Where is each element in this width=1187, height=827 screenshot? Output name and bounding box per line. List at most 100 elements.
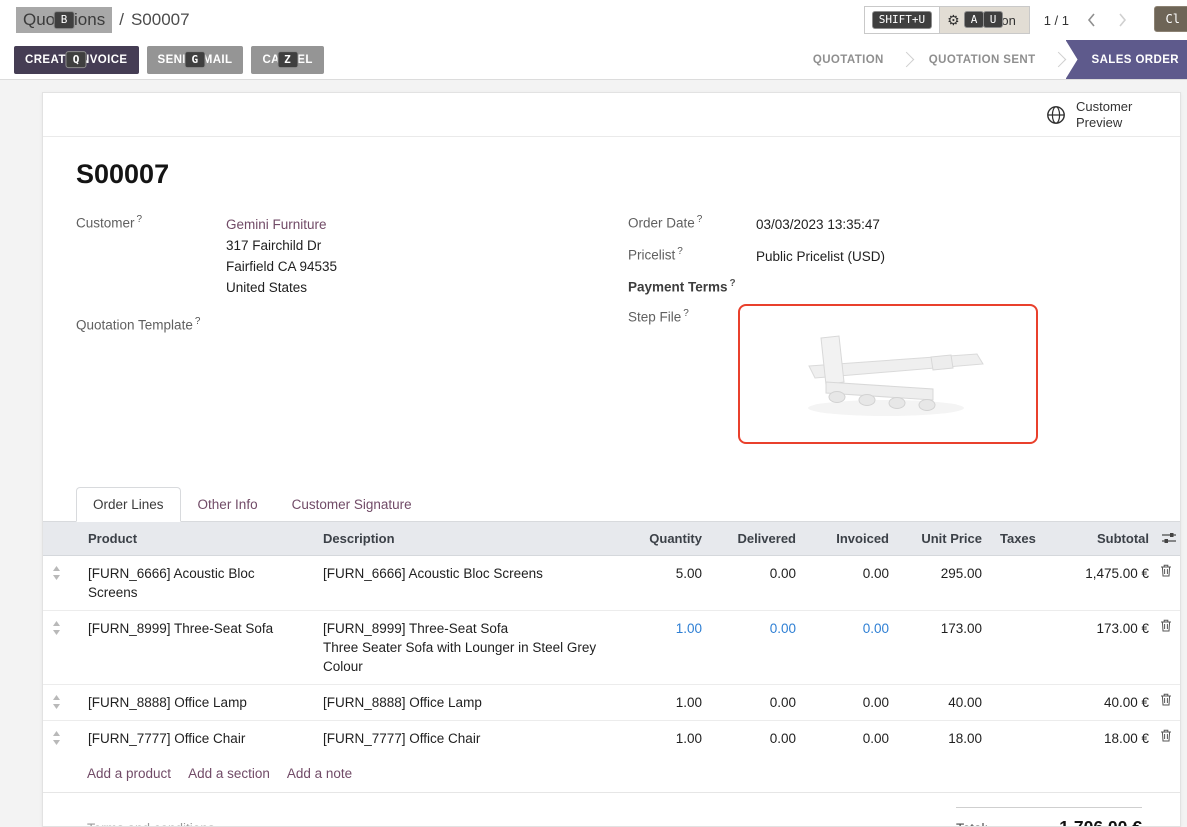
delete-line-button[interactable] [1158,720,1180,756]
trash-icon [1160,729,1176,742]
trash-icon [1160,564,1176,577]
order-line-row[interactable]: [FURN_7777] Office Chair [FURN_7777] Off… [43,720,1180,756]
status-step-sales-order-active[interactable]: SALES ORDER [1066,40,1187,79]
optional-columns-toggle[interactable] [1158,522,1180,556]
customer-preview-button[interactable]: Customer Preview [1046,99,1142,131]
kbd-hint-cancel: Z [277,51,298,69]
row-drag-handle[interactable] [43,720,79,756]
column-header-description: Description [314,522,626,556]
order-line-row[interactable]: [FURN_6666] Acoustic Bloc Screens [FURN_… [43,555,1180,610]
cell-invoiced: 0.00 [805,610,898,684]
pricelist-field-label: Pricelist? [628,246,756,267]
customer-address-line1: 317 Fairchild Dr [226,235,337,256]
column-header-product: Product [79,522,314,556]
add-section-link[interactable]: Add a section [188,766,270,781]
layout-switch-button[interactable]: SHIFT+U [864,6,940,34]
cell-taxes [991,555,1038,610]
add-product-link[interactable]: Add a product [87,766,171,781]
cancel-button[interactable]: CANCEL Z [251,46,323,74]
order-line-row[interactable]: [FURN_8999] Three-Seat Sofa [FURN_8999] … [43,610,1180,684]
cell-invoiced: 0.00 [805,555,898,610]
status-step-quotation-sent[interactable]: QUOTATION SENT [914,54,1051,66]
top-button-group: SHIFT+U ⚙ Action A U [864,6,1030,34]
3d-model-render [781,324,995,424]
tab-order-lines[interactable]: Order Lines [76,487,181,522]
cell-subtotal: 18.00 € [1038,720,1158,756]
cell-invoiced: 0.00 [805,684,898,720]
drag-handle-icon [52,566,70,580]
delete-line-button[interactable] [1158,684,1180,720]
trash-icon [1160,619,1176,632]
row-drag-handle[interactable] [43,684,79,720]
kbd-hint-a: A [964,11,985,29]
description-line1: [FURN_8999] Three-Seat Sofa [323,619,617,638]
top-controls: SHIFT+U ⚙ Action A U 1 / 1 [864,6,1131,34]
total-value: 1,706.00 € [1059,817,1142,827]
order-date-field-value: 03/03/2023 13:35:47 [756,214,880,235]
cell-taxes [991,720,1038,756]
handle-column-header [43,522,79,556]
add-note-link[interactable]: Add a note [287,766,352,781]
kbd-hint-send-email: G [184,51,205,69]
action-menu-button[interactable]: ⚙ Action A U [939,6,1030,34]
send-email-button[interactable]: SEND EMAIL G [147,46,244,74]
order-line-row[interactable]: [FURN_8888] Office Lamp [FURN_8888] Offi… [43,684,1180,720]
row-drag-handle[interactable] [43,555,79,610]
notebook-tabs: Order Lines Other Info Customer Signatur… [43,487,1180,522]
globe-icon [1046,105,1066,125]
cell-unit-price: 18.00 [898,720,991,756]
sheet-footer: Terms and conditions... Total: 1,706.00 … [43,793,1180,827]
chevron-left-icon [1087,13,1096,27]
kbd-hint-create-invoice: Q [66,51,87,69]
delete-line-button[interactable] [1158,610,1180,684]
delete-line-button[interactable] [1158,555,1180,610]
column-header-taxes: Taxes [991,522,1038,556]
breadcrumb-quotations-link[interactable]: Quotations B [16,7,112,33]
control-panel-buttons: CREATE INVOICE Q SEND EMAIL G CANCEL Z Q… [0,40,1187,80]
description-line2: Three Seater Sofa with Lounger in Steel … [323,638,617,676]
column-header-invoiced: Invoiced [805,522,898,556]
cell-taxes [991,610,1038,684]
create-invoice-button[interactable]: CREATE INVOICE Q [14,46,139,74]
tab-other-info[interactable]: Other Info [181,487,275,521]
breadcrumb-current: S00007 [131,10,190,30]
cell-subtotal: 40.00 € [1038,684,1158,720]
customer-field-label: Customer? [76,214,226,298]
help-marker-icon: ? [677,246,683,257]
customer-link[interactable]: Gemini Furniture [226,217,327,232]
drag-handle-icon [52,695,70,709]
status-step-quotation[interactable]: QUOTATION [798,54,899,66]
table-header-row: Product Description Quantity Delivered I… [43,522,1180,556]
table-add-links: Add a product Add a section Add a note [43,756,1180,793]
cell-description: [FURN_8888] Office Lamp [314,684,626,720]
help-marker-icon: ? [195,316,201,327]
cell-product: [FURN_8888] Office Lamp [79,684,314,720]
cell-delivered: 0.00 [711,720,805,756]
order-lines-table: Product Description Quantity Delivered I… [43,522,1180,756]
field-groups: Customer? Gemini Furniture 317 Fairchild… [76,214,1142,455]
kbd-hint-edge: Cl [1154,6,1187,32]
tab-customer-signature[interactable]: Customer Signature [275,487,429,521]
control-panel-top: Quotations B / S00007 SHIFT+U ⚙ Action A… [0,0,1187,40]
cell-quantity: 5.00 [626,555,711,610]
cell-unit-price: 295.00 [898,555,991,610]
cell-product: [FURN_6666] Acoustic Bloc Screens [79,555,314,610]
breadcrumb: Quotations B / S00007 [16,7,190,33]
sales-order-sheet: Customer Preview S00007 Customer? Gemini… [42,92,1181,827]
cell-product: [FURN_7777] Office Chair [79,720,314,756]
cell-quantity: 1.00 [626,610,711,684]
pager-previous-button[interactable] [1083,11,1100,29]
cell-quantity: 1.00 [626,720,711,756]
cell-taxes [991,684,1038,720]
pager-next-button[interactable] [1114,11,1131,29]
row-drag-handle[interactable] [43,610,79,684]
terms-and-conditions-input[interactable]: Terms and conditions... [87,793,226,827]
gear-icon: ⚙ [947,12,960,29]
cell-quantity: 1.00 [626,684,711,720]
cell-product: [FURN_8999] Three-Seat Sofa [79,610,314,684]
cell-delivered: 0.00 [711,610,805,684]
pager-counter: 1 / 1 [1044,13,1069,28]
help-marker-icon: ? [697,214,703,225]
form-view-background: Customer Preview S00007 Customer? Gemini… [0,80,1187,827]
trash-icon [1160,693,1176,706]
